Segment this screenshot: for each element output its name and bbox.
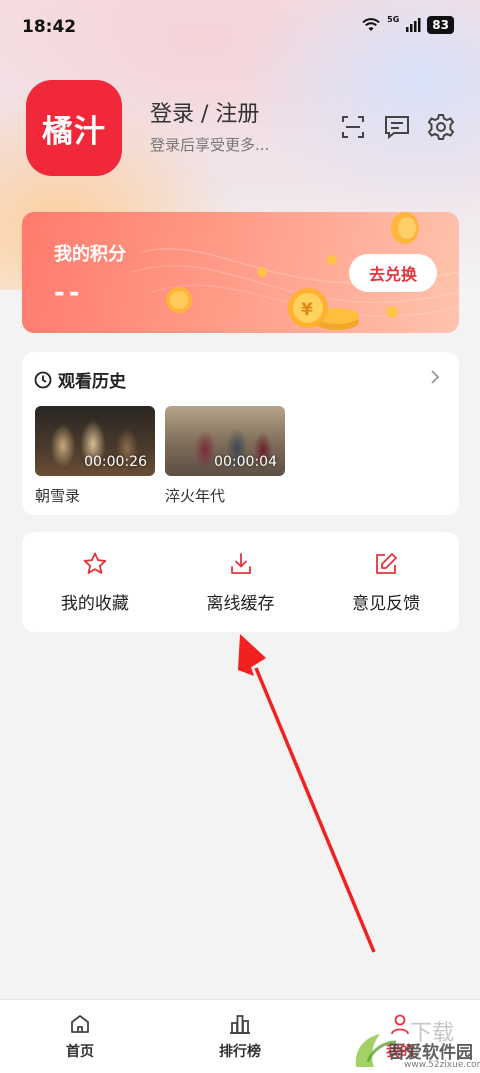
scan-icon xyxy=(342,116,364,138)
watch-history-card: 观看历史 00:00:26 朝雪录 00:00:04 淬火年代 xyxy=(22,352,459,515)
home-icon xyxy=(71,1014,89,1033)
favorites-label: 我的收藏 xyxy=(60,593,129,614)
offline-cache-button[interactable]: 离线缓存 xyxy=(168,532,314,632)
clock-icon xyxy=(34,371,52,388)
login-register-link[interactable]: 登录 / 注册 xyxy=(150,96,259,128)
history-item-duration: 00:00:04 xyxy=(214,454,277,470)
top-actions xyxy=(338,112,456,142)
favorites-button[interactable]: 我的收藏 xyxy=(22,532,168,632)
points-card[interactable]: ¥ 我的积分 -- 去兑换 xyxy=(22,212,459,333)
history-item-title[interactable]: 淬火年代 xyxy=(165,485,225,506)
nav-ranking[interactable]: 排行榜 xyxy=(160,1000,320,1073)
wifi-icon xyxy=(362,18,380,31)
history-header[interactable]: 观看历史 xyxy=(34,367,126,392)
bar-chart-icon xyxy=(230,1014,250,1034)
status-time: 18:42 xyxy=(22,17,77,37)
edit-icon xyxy=(376,552,398,574)
chevron-right-icon[interactable] xyxy=(429,368,441,386)
history-item-thumbnail[interactable]: 00:00:26 xyxy=(35,406,155,476)
message-icon xyxy=(385,116,409,140)
person-icon xyxy=(391,1014,409,1034)
history-item-thumbnail[interactable]: 00:00:04 xyxy=(165,406,285,476)
battery-level: 83 xyxy=(427,16,454,34)
signal-icon xyxy=(406,18,421,32)
app-logo: 橘汁 xyxy=(26,80,122,176)
gear-icon xyxy=(427,114,455,140)
points-label: 我的积分 xyxy=(54,244,126,265)
points-value: -- xyxy=(54,278,84,308)
history-item-duration: 00:00:26 xyxy=(84,454,147,470)
scan-button[interactable] xyxy=(338,112,368,142)
offline-cache-label: 离线缓存 xyxy=(206,593,275,614)
status-bar: 18:42 5G 83 xyxy=(0,0,480,56)
redeem-button[interactable]: 去兑换 xyxy=(349,254,437,292)
network-type: 5G xyxy=(387,14,400,24)
login-subtitle: 登录后享受更多... xyxy=(150,136,270,154)
settings-button[interactable] xyxy=(426,112,456,142)
nav-ranking-label: 排行榜 xyxy=(219,1043,261,1060)
message-button[interactable] xyxy=(382,112,412,142)
watermark-url: www.52zixue.com xyxy=(404,1060,480,1070)
tools-card: 我的收藏 离线缓存 意见反馈 xyxy=(22,532,459,632)
feedback-button[interactable]: 意见反馈 xyxy=(313,532,459,632)
feedback-label: 意见反馈 xyxy=(352,593,421,614)
history-item-title[interactable]: 朝雪录 xyxy=(35,485,80,506)
star-icon xyxy=(83,552,107,574)
logo-text: 橘汁 xyxy=(42,113,106,150)
nav-home[interactable]: 首页 xyxy=(0,1000,160,1073)
download-icon xyxy=(230,552,251,574)
svg-text:¥: ¥ xyxy=(301,300,313,320)
nav-home-label: 首页 xyxy=(66,1043,94,1060)
status-icons: 5G 83 xyxy=(361,14,454,34)
history-title: 观看历史 xyxy=(58,372,126,392)
